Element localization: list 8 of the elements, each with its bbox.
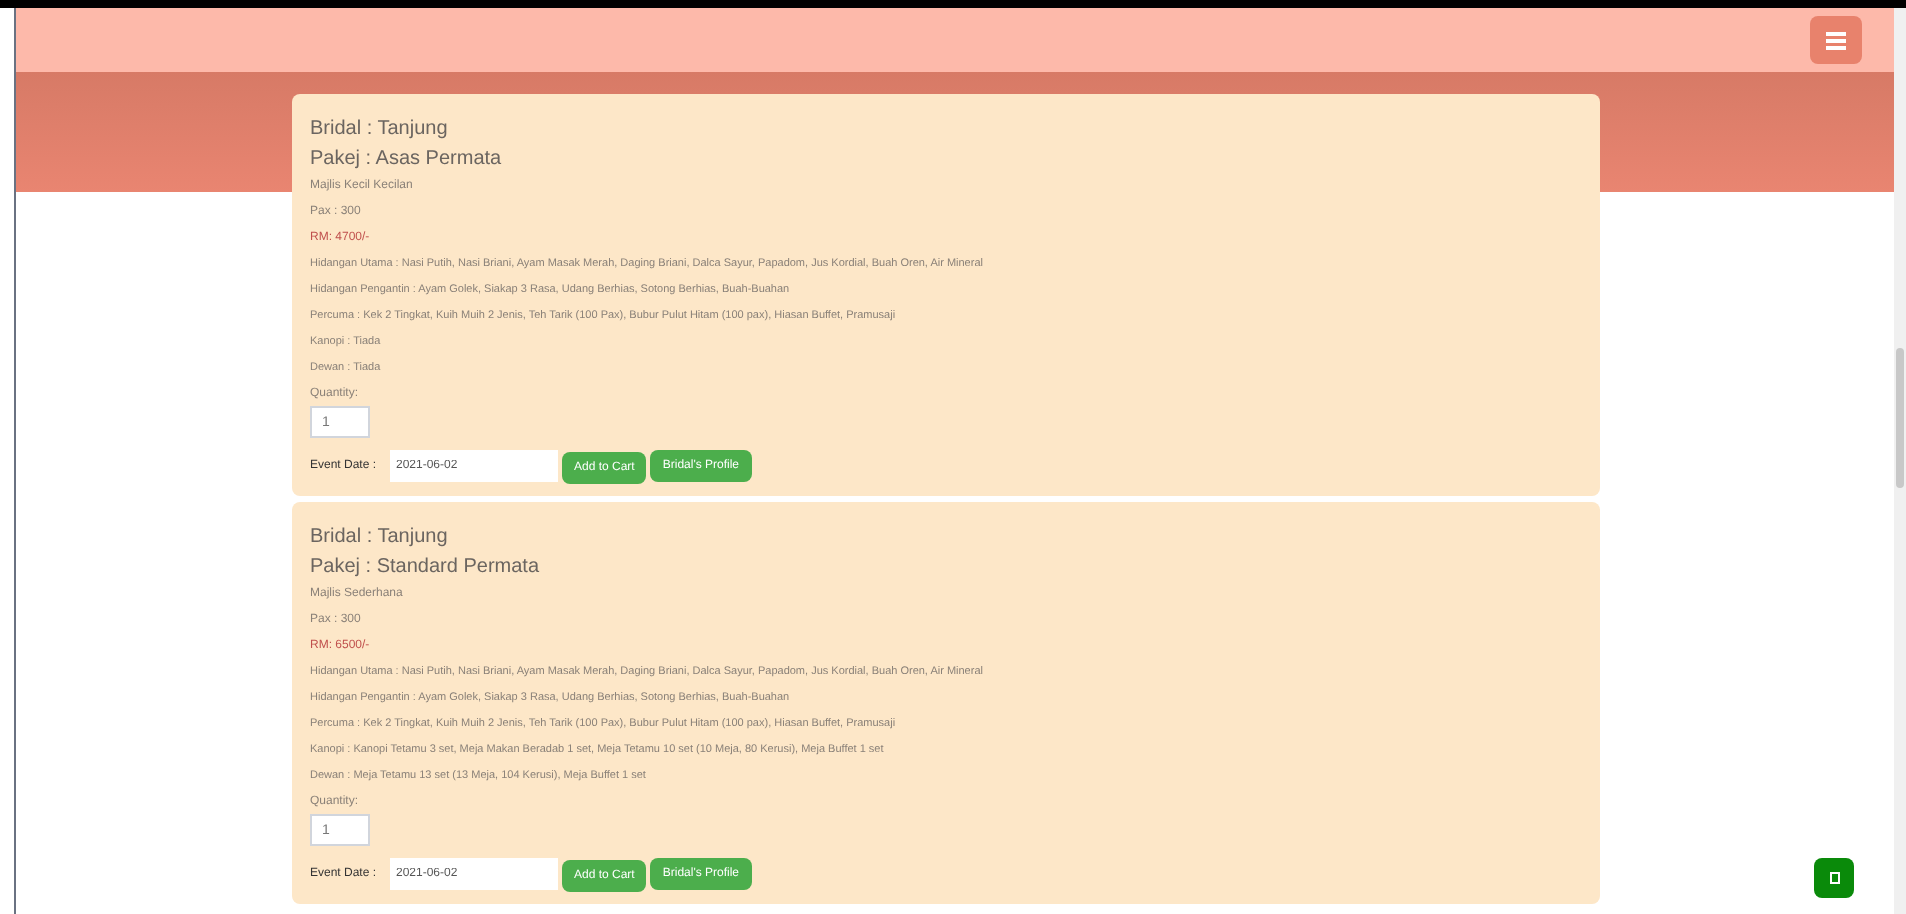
menu-icon xyxy=(1826,30,1846,50)
package-name: Pakej : Asas Permata xyxy=(310,146,504,174)
package-name: Pakej : Standard Permata xyxy=(310,554,542,582)
menu-button[interactable] xyxy=(1810,16,1862,64)
scroll-top-button[interactable] xyxy=(1814,858,1854,898)
bridal-name: Bridal : Tanjung xyxy=(310,116,450,144)
square-icon xyxy=(1829,872,1839,884)
bridal-name: Bridal : Tanjung xyxy=(310,524,450,552)
